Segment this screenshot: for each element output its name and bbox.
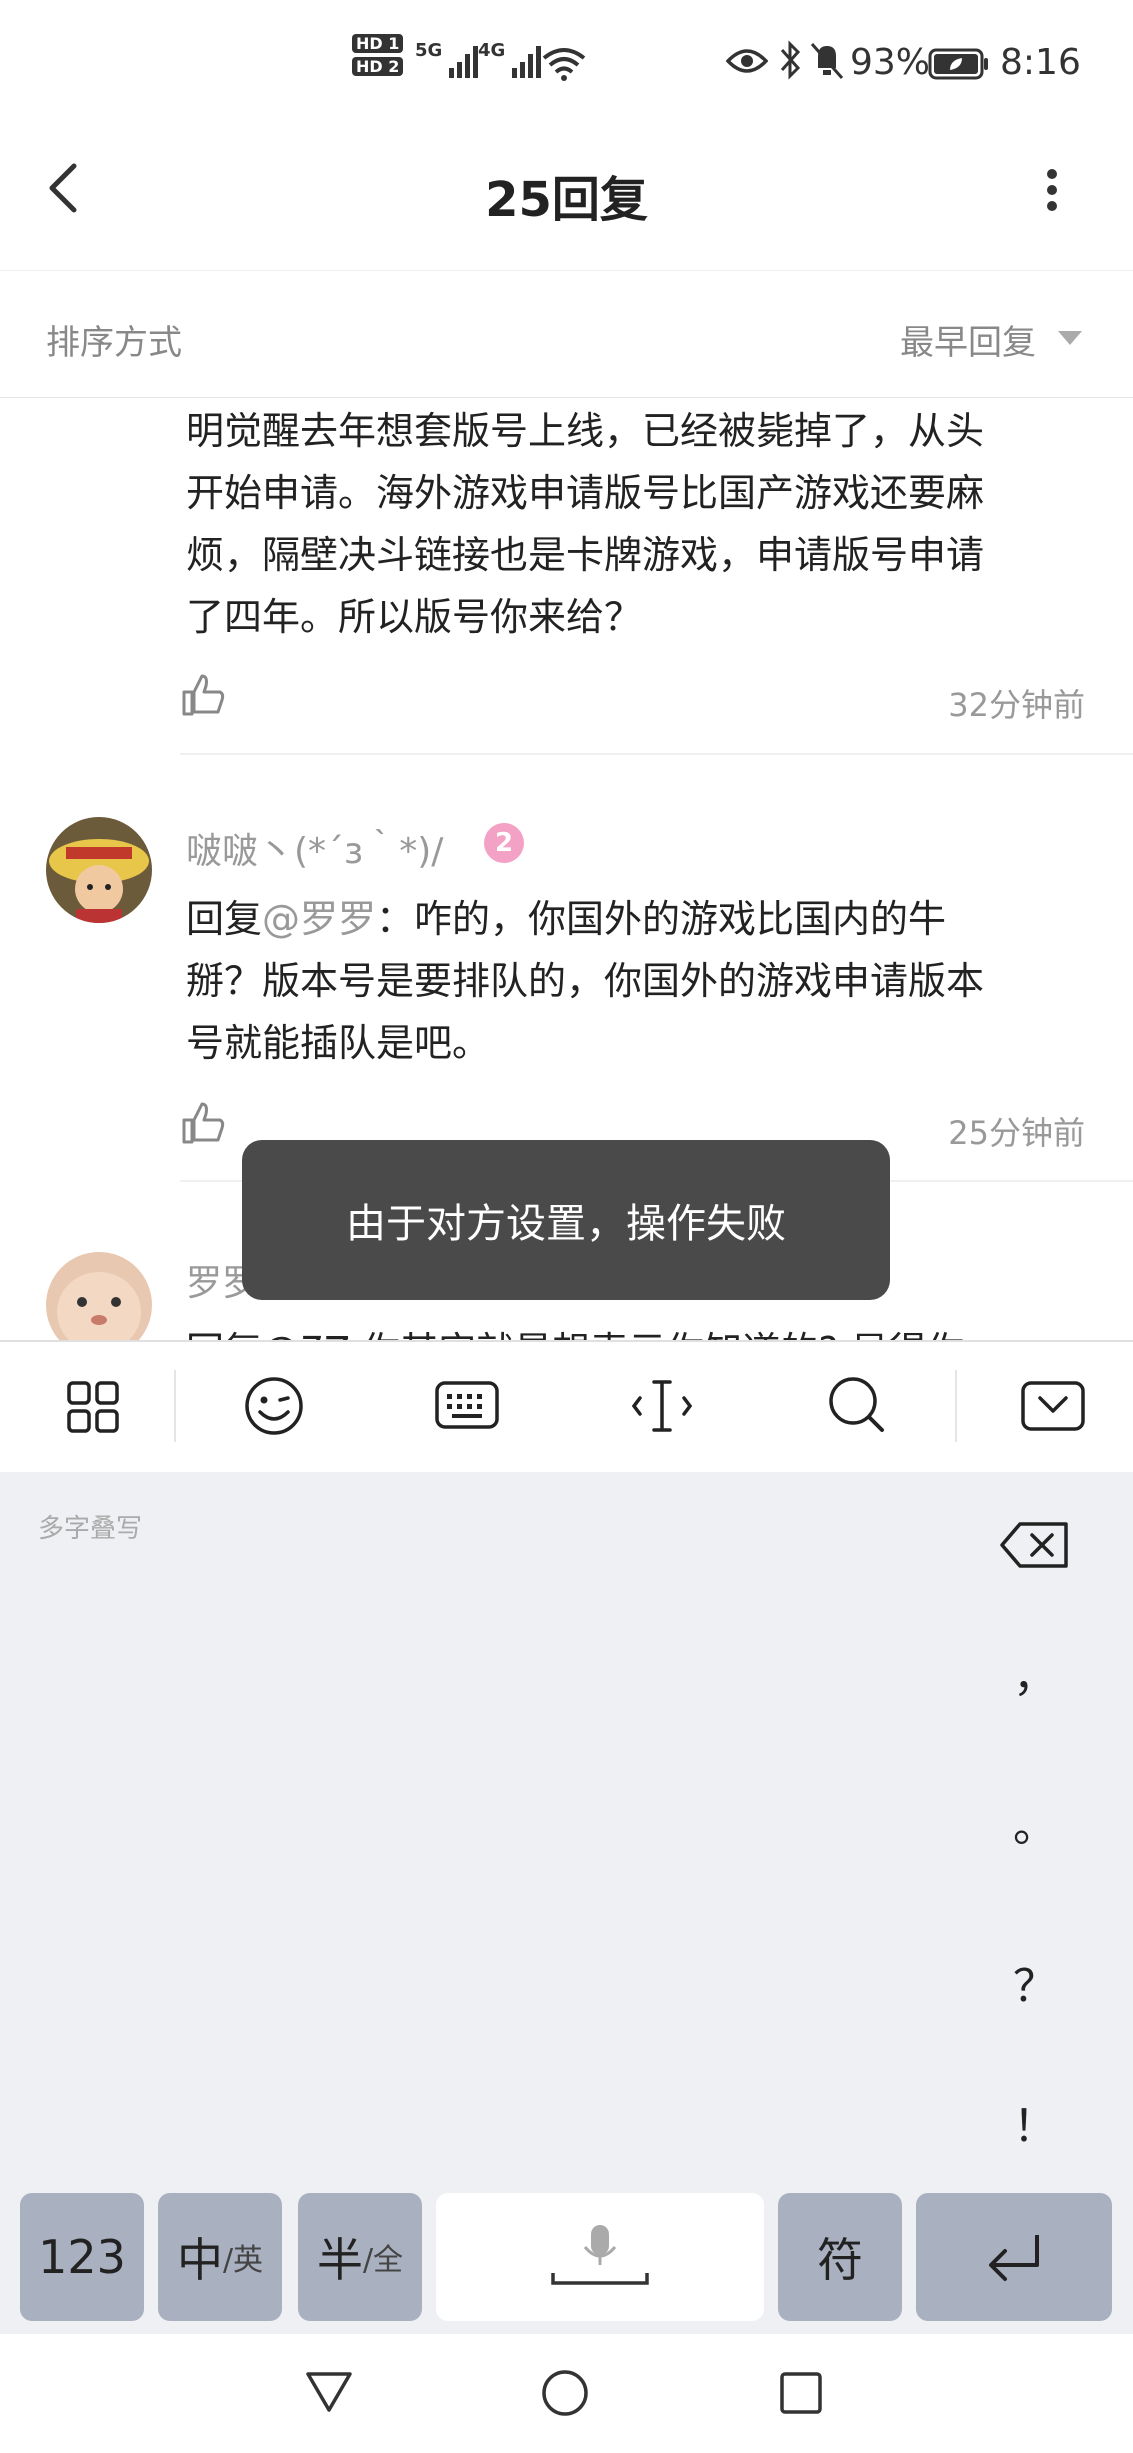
page-title: 25回复: [485, 172, 648, 228]
wifi-icon: [542, 48, 586, 81]
hd2-label: HD 2: [352, 57, 404, 76]
comment-line: 明觉醒去年想套版号上线，已经被毙掉了，从头: [186, 409, 985, 453]
toolbar-separator: [174, 1370, 176, 1442]
eye-icon: [726, 49, 768, 73]
level-badge: 2: [484, 823, 524, 863]
comment-time: 25分钟前: [948, 1114, 1085, 1152]
enter-key[interactable]: [916, 2193, 1112, 2321]
enter-icon: [989, 2235, 1039, 2281]
symbols-key[interactable]: 符: [778, 2193, 902, 2321]
reply-prefix: 回复: [186, 897, 263, 941]
sort-label: 排序方式: [46, 323, 182, 363]
nav-home-icon[interactable]: [540, 2368, 590, 2418]
keyboard-toolbar: [0, 1340, 1133, 1472]
more-options-icon[interactable]: [1040, 168, 1064, 212]
mention-link[interactable]: @罗罗: [262, 897, 376, 941]
cursor-icon[interactable]: [630, 1378, 694, 1434]
divider: [180, 753, 1133, 755]
comment-line: 回复@罗罗：咋的，你国外的游戏比国内的牛: [186, 888, 1086, 950]
width-toggle-key[interactable]: 半/全: [298, 2193, 422, 2321]
hd1-label: HD 1: [352, 34, 404, 53]
exclamation-key[interactable]: ！: [1000, 2090, 1070, 2154]
comment-body: 回复@罗罗：咋的，你国外的游戏比国内的牛 掰？版本号是要排队的，你国外的游戏申请…: [186, 888, 1086, 1074]
comment-line: 号就能插队是吧。: [186, 1021, 491, 1065]
comment-line: 掰？版本号是要排队的，你国外的游戏申请版本: [186, 959, 985, 1003]
language-sub-label: /英: [222, 2243, 264, 2278]
net1-label: 5G: [415, 40, 443, 61]
comment-line: 烦，隔壁决斗链接也是卡牌游戏，申请版号申请: [186, 533, 985, 577]
toolbar-separator: [955, 1370, 957, 1442]
microphone-icon: [551, 2225, 649, 2285]
emoji-icon[interactable]: [242, 1374, 306, 1438]
toast-message: 由于对方设置，操作失败: [242, 1140, 890, 1300]
clock: 8:16: [1000, 42, 1081, 83]
like-icon[interactable]: [180, 672, 226, 718]
width-main-label: 半: [316, 2233, 363, 2287]
apps-grid-icon[interactable]: [66, 1380, 122, 1436]
numbers-key-label: 123: [38, 2230, 126, 2284]
avatar[interactable]: [46, 1252, 152, 1340]
mute-bell-icon: [810, 43, 844, 79]
like-icon[interactable]: [180, 1100, 226, 1146]
bluetooth-icon: [780, 40, 801, 80]
language-toggle-key[interactable]: 中/英: [158, 2193, 282, 2321]
collapse-keyboard-icon[interactable]: [1020, 1380, 1086, 1432]
avatar[interactable]: [46, 817, 152, 923]
hd-indicators: HD 1 HD 2: [352, 34, 404, 76]
comment-line: 开始申请。海外游戏申请版号比国产游戏还要麻: [186, 471, 985, 515]
search-icon[interactable]: [826, 1374, 888, 1436]
comment-text: ：咋的，你国外的游戏比国内的牛: [376, 897, 947, 941]
signal-5g: 5G: [415, 40, 487, 80]
width-sub-label: /全: [362, 2243, 404, 2278]
net2-label: 4G: [478, 40, 506, 61]
comma-key[interactable]: ，: [1000, 1640, 1070, 1704]
keyboard-icon[interactable]: [434, 1380, 500, 1432]
status-bar: HD 1 HD 2 5G 4G 93% 8:16: [0, 0, 1133, 130]
handwriting-mode-hint: 多字叠写: [38, 1514, 143, 1544]
username[interactable]: 啵啵丶(*´з｀*)/: [186, 822, 443, 874]
user-avatar-image: [46, 817, 152, 923]
nav-back-icon[interactable]: [304, 2370, 354, 2414]
numbers-key[interactable]: 123: [20, 2193, 144, 2321]
period-key[interactable]: 。: [1000, 1790, 1070, 1854]
backspace-icon[interactable]: [1000, 1520, 1070, 1570]
sort-value: 最早回复: [900, 323, 1036, 363]
comment-time: 32分钟前: [948, 686, 1085, 724]
battery-icon: [928, 48, 988, 80]
toast-text: 由于对方设置，操作失败: [346, 1201, 786, 1247]
user-avatar-image: [46, 1252, 152, 1340]
question-key[interactable]: ？: [1000, 1950, 1070, 2014]
battery-percent: 93%: [850, 42, 931, 83]
comment-body: 明觉醒去年想套版号上线，已经被毙掉了，从头 开始申请。海外游戏申请版号比国产游戏…: [186, 400, 1086, 648]
dropdown-triangle-icon[interactable]: [1056, 328, 1084, 348]
language-main-label: 中: [176, 2233, 223, 2287]
sort-dropdown[interactable]: 最早回复: [900, 315, 1036, 364]
space-voice-key[interactable]: [436, 2193, 764, 2321]
comment-body: 回复@7Z 你其实就是想表示你知道的? 显得你: [186, 1320, 1086, 1340]
symbols-key-label: 符: [817, 2233, 863, 2287]
nav-recents-icon[interactable]: [778, 2370, 824, 2416]
comment-line: 了四年。所以版号你来给？: [186, 595, 643, 639]
